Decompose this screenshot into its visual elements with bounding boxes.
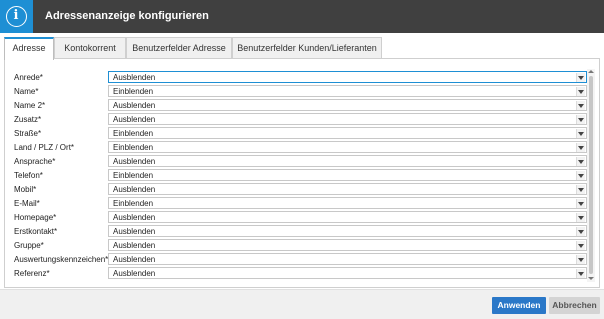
field-label: Straße* [14, 129, 42, 138]
visibility-select[interactable]: Ausblenden [108, 113, 587, 125]
select-value: Einblenden [113, 199, 154, 208]
field-label: Name* [14, 87, 39, 96]
field-row: Straße* Einblenden [5, 127, 595, 140]
tab-adresse[interactable]: Adresse [4, 37, 54, 60]
field-label: Name 2* [14, 101, 46, 110]
select-value: Ausblenden [113, 227, 156, 236]
field-row: Referenz* Ausblenden [5, 267, 595, 280]
chevron-down-icon[interactable] [576, 73, 585, 82]
field-row: Homepage* Ausblenden [5, 211, 595, 224]
chevron-down-icon[interactable] [576, 199, 585, 208]
chevron-down-icon[interactable] [576, 241, 585, 250]
visibility-select[interactable]: Ausblenden [108, 211, 587, 223]
field-label: Erstkontakt* [14, 227, 58, 236]
field-row: Erstkontakt* Ausblenden [5, 225, 595, 238]
select-value: Ausblenden [113, 255, 156, 264]
visibility-select[interactable]: Einblenden [108, 141, 587, 153]
visibility-select[interactable]: Ausblenden [108, 253, 587, 265]
visibility-select[interactable]: Ausblenden [108, 71, 587, 83]
vertical-scrollbar[interactable] [587, 69, 595, 282]
select-value: Ausblenden [113, 213, 156, 222]
chevron-down-icon[interactable] [576, 185, 585, 194]
field-row: E-Mail* Einblenden [5, 197, 595, 210]
field-row: Gruppe* Ausblenden [5, 239, 595, 252]
visibility-select[interactable]: Einblenden [108, 85, 587, 97]
chevron-down-icon[interactable] [576, 213, 585, 222]
info-icon: i [6, 6, 27, 27]
select-value: Einblenden [113, 171, 154, 180]
field-row: Ansprache* Ausblenden [5, 155, 595, 168]
apply-button[interactable]: Anwenden [492, 297, 546, 314]
chevron-down-icon[interactable] [576, 129, 585, 138]
chevron-down-icon[interactable] [576, 115, 585, 124]
chevron-down-icon[interactable] [576, 171, 585, 180]
field-row: Mobil* Ausblenden [5, 183, 595, 196]
cancel-button[interactable]: Abbrechen [549, 297, 600, 314]
select-value: Einblenden [113, 143, 154, 152]
window-title: Adressenanzeige konfigurieren [45, 10, 209, 22]
visibility-select[interactable]: Ausblenden [108, 267, 587, 279]
visibility-select[interactable]: Einblenden [108, 197, 587, 209]
field-label: Mobil* [14, 185, 37, 194]
field-label: E-Mail* [14, 199, 40, 208]
select-value: Einblenden [113, 129, 154, 138]
select-value: Ausblenden [113, 115, 156, 124]
visibility-select[interactable]: Einblenden [108, 127, 587, 139]
visibility-select[interactable]: Ausblenden [108, 183, 587, 195]
chevron-down-icon[interactable] [576, 87, 585, 96]
visibility-select[interactable]: Ausblenden [108, 225, 587, 237]
select-value: Ausblenden [113, 157, 156, 166]
field-label: Auswertungskennzeichen* [14, 255, 109, 264]
title-bar: i Adressenanzeige konfigurieren [0, 0, 604, 33]
visibility-select[interactable]: Ausblenden [108, 99, 587, 111]
field-label: Homepage* [14, 213, 57, 222]
visibility-select[interactable]: Ausblenden [108, 239, 587, 251]
select-value: Ausblenden [113, 241, 156, 250]
chevron-down-icon[interactable] [576, 101, 585, 110]
scroll-down-icon[interactable] [588, 276, 594, 282]
dialog-footer: Anwenden Abbrechen [0, 289, 604, 319]
field-row: Anrede* Ausblenden [5, 71, 595, 84]
select-value: Ausblenden [113, 269, 156, 278]
chevron-down-icon[interactable] [576, 157, 585, 166]
tab-panel-adresse: Anrede* Ausblenden Name* Einblenden Name 2* A… [4, 58, 600, 288]
field-label: Anrede* [14, 73, 43, 82]
field-label: Ansprache* [14, 157, 56, 166]
select-value: Ausblenden [113, 185, 156, 194]
field-row: Name 2* Ausblenden [5, 99, 595, 112]
field-label: Referenz* [14, 269, 50, 278]
field-row: Land / PLZ / Ort* Einblenden [5, 141, 595, 154]
tab-kontokorrent[interactable]: Kontokorrent [54, 37, 126, 59]
scroll-up-icon[interactable] [588, 69, 594, 75]
chevron-down-icon[interactable] [576, 227, 585, 236]
select-value: Ausblenden [113, 73, 156, 82]
scroll-thumb[interactable] [589, 76, 593, 274]
field-label: Gruppe* [14, 241, 44, 250]
tab-benutzerfelder-adresse[interactable]: Benutzerfelder Adresse [126, 37, 232, 59]
field-row: Zusatz* Ausblenden [5, 113, 595, 126]
select-value: Einblenden [113, 87, 154, 96]
field-row: Auswertungskennzeichen* Ausblenden [5, 253, 595, 266]
select-value: Ausblenden [113, 101, 156, 110]
visibility-select[interactable]: Ausblenden [108, 155, 587, 167]
visibility-select[interactable]: Einblenden [108, 169, 587, 181]
field-label: Telefon* [14, 171, 43, 180]
chevron-down-icon[interactable] [576, 255, 585, 264]
field-row: Telefon* Einblenden [5, 169, 595, 182]
field-label: Zusatz* [14, 115, 42, 124]
tab-benutzerfelder-kunden-lieferanten[interactable]: Benutzerfelder Kunden/Lieferanten [232, 37, 382, 59]
chevron-down-icon[interactable] [576, 143, 585, 152]
info-icon-box: i [0, 0, 33, 33]
field-row: Name* Einblenden [5, 85, 595, 98]
chevron-down-icon[interactable] [576, 269, 585, 278]
field-label: Land / PLZ / Ort* [14, 143, 75, 152]
